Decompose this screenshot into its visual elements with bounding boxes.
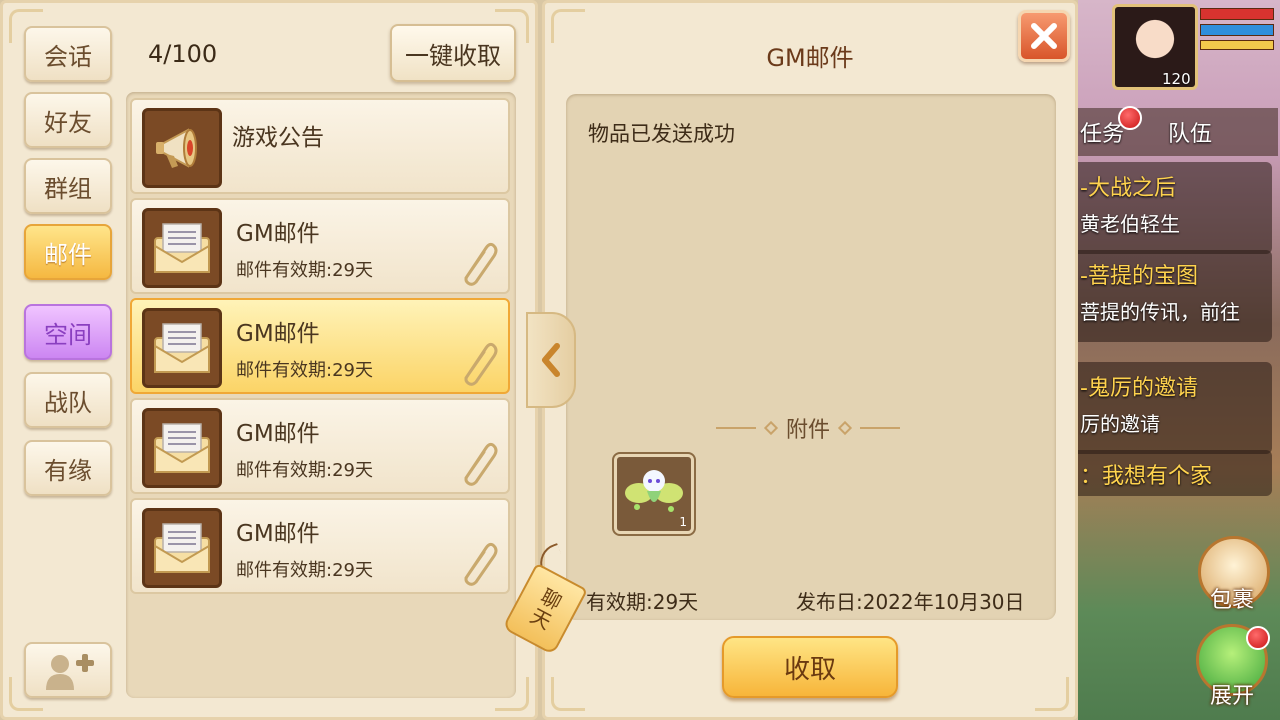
- mail-expiry: 邮件有效期:29天: [236, 560, 373, 581]
- tab-team[interactable]: 战队: [24, 372, 112, 428]
- ornament-diamond: [763, 420, 779, 436]
- megaphone-icon: [156, 128, 197, 168]
- publish-date: 发布日:2022年10月30日: [796, 590, 1025, 614]
- mail-content-box: [566, 94, 1056, 620]
- add-friend-button[interactable]: [24, 642, 112, 698]
- envelope-thumb: [142, 408, 222, 488]
- collect-all-button[interactable]: 一键收取: [390, 24, 516, 82]
- quest-desc: 菩提的传讯，前往: [1080, 300, 1240, 324]
- mail-expiry: 邮件有效期:29天: [236, 360, 373, 381]
- paperclip-icon: [464, 542, 498, 586]
- envelope-thumb: [142, 508, 222, 588]
- mail-title: GM邮件: [236, 221, 320, 247]
- mail-expiry: 邮件有效期:29天: [236, 460, 373, 481]
- attachment-item-slot[interactable]: 1: [614, 454, 694, 534]
- mail-counter: 4/100: [148, 40, 218, 68]
- attachment-label: 附件: [785, 418, 830, 443]
- player-level: 120: [1162, 70, 1191, 88]
- add-friend-icon: [46, 654, 94, 690]
- tab-space[interactable]: 空间: [24, 304, 112, 360]
- paperclip-icon: [464, 342, 498, 386]
- quest-title: -鬼厉的邀请: [1080, 376, 1198, 401]
- paperclip-icon: [464, 242, 498, 286]
- tab-friends[interactable]: 好友: [24, 92, 112, 148]
- ornament-line: [715, 427, 756, 429]
- megaphone-thumb: [142, 108, 222, 188]
- hp-bar: [1200, 8, 1274, 20]
- bag-label: 包裹: [1210, 588, 1255, 613]
- envelope-icon: [154, 223, 210, 273]
- mail-title: 游戏公告: [232, 125, 324, 151]
- mail-title: GM邮件: [236, 521, 320, 547]
- envelope-icon: [154, 323, 210, 373]
- list-item-mail[interactable]: GM邮件 邮件有效期:29天: [130, 498, 510, 594]
- notification-dot: [1118, 106, 1142, 130]
- close-icon: [1031, 23, 1057, 49]
- envelope-icon: [154, 523, 210, 573]
- envelope-icon: [154, 423, 210, 473]
- paperclip-icon: [464, 442, 498, 486]
- envelope-thumb: [142, 308, 222, 388]
- list-item-mail[interactable]: GM邮件 邮件有效期:29天: [130, 398, 510, 494]
- envelope-thumb: [142, 208, 222, 288]
- quest-tab-bar: 任务 队伍: [1078, 108, 1278, 156]
- ornament-diamond: [837, 420, 853, 436]
- panel-corner-ornament: [1035, 677, 1069, 711]
- expand-label: 展开: [1210, 684, 1255, 709]
- collapse-panel-button[interactable]: [526, 312, 576, 408]
- quest-desc: 厉的邀请: [1080, 412, 1160, 436]
- tab-chat[interactable]: 会话: [24, 26, 112, 82]
- list-item-mail[interactable]: GM邮件 邮件有效期:29天: [130, 298, 510, 394]
- mail-title: GM邮件: [236, 421, 320, 447]
- quest-title: ：我想有个家: [1080, 464, 1213, 489]
- attachment-count: 1: [679, 515, 687, 529]
- tab-groups[interactable]: 群组: [24, 158, 112, 214]
- mp-bar: [1200, 24, 1274, 36]
- mail-title: GM邮件: [236, 321, 320, 347]
- mail-body-text: 物品已发送成功: [588, 122, 735, 146]
- quest-title: -大战之后: [1080, 176, 1176, 201]
- tab-mail[interactable]: 邮件: [24, 224, 112, 280]
- tab-fate[interactable]: 有缘: [24, 440, 112, 496]
- panel-corner-ornament: [551, 677, 585, 711]
- notification-dot: [1246, 626, 1270, 650]
- mail-detail-title: GM邮件: [766, 44, 854, 72]
- mail-expiry: 邮件有效期:29天: [236, 260, 373, 281]
- quest-tab-team[interactable]: 队伍: [1168, 116, 1212, 148]
- quest-desc: 黄老伯轻生: [1080, 212, 1180, 236]
- list-item-announcement[interactable]: 游戏公告: [130, 98, 510, 194]
- mail-validity: 有效期:29天: [586, 590, 699, 614]
- xp-bar: [1200, 40, 1274, 50]
- quest-title: -菩提的宝图: [1080, 264, 1198, 289]
- collect-button[interactable]: 收取: [722, 636, 898, 698]
- ornament-line: [860, 427, 900, 429]
- attachment-header: 附件: [708, 410, 908, 446]
- close-button[interactable]: [1018, 10, 1070, 62]
- list-item-mail[interactable]: GM邮件 邮件有效期:29天: [130, 198, 510, 294]
- chevron-left-icon: [542, 343, 560, 377]
